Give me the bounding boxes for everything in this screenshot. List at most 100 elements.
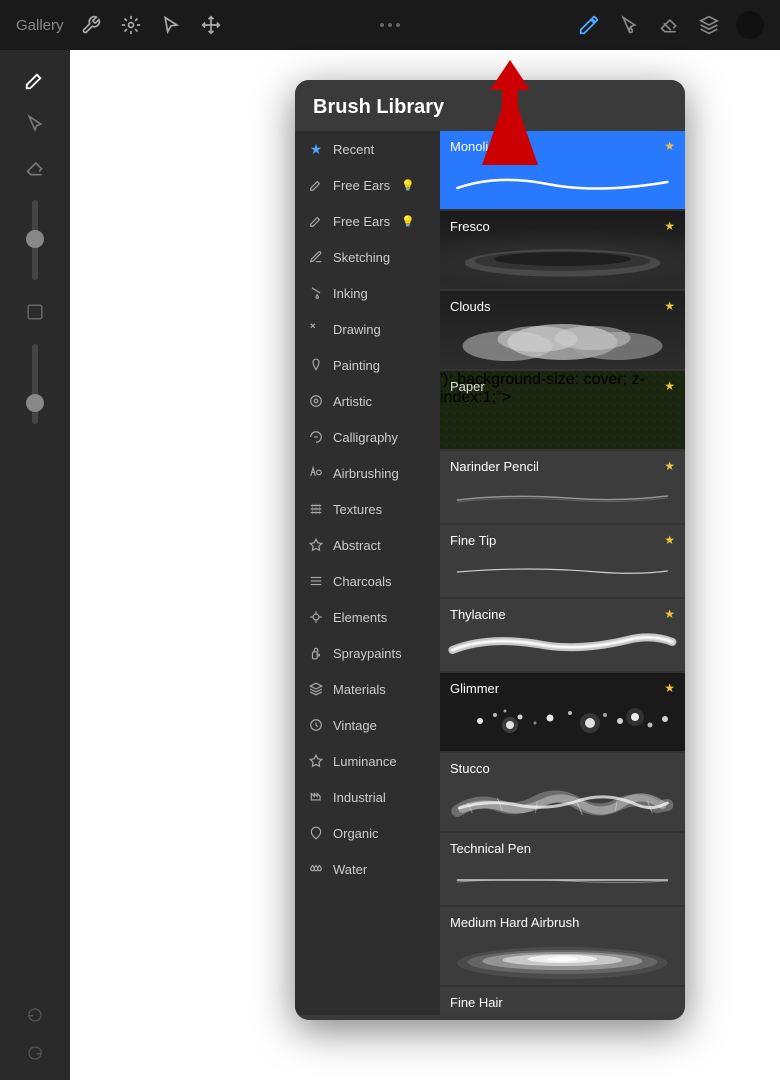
category-charcoals[interactable]: Charcoals: [295, 563, 440, 599]
brush-fresco-name: Fresco: [450, 219, 490, 234]
left-sidebar: [0, 50, 70, 1080]
brush-medium-hard-airbrush-name: Medium Hard Airbrush: [450, 915, 675, 930]
brush-stucco-stroke: [440, 779, 685, 831]
brush-technical-pen-name: Technical Pen: [450, 841, 675, 856]
brush-monoline-stroke: [440, 157, 685, 209]
brush-size-thumb[interactable]: [26, 230, 44, 248]
brush-paper-star: ★: [664, 379, 675, 393]
adjust-icon[interactable]: [118, 12, 144, 38]
category-label-vintage: Vintage: [333, 718, 377, 733]
brush-monoline[interactable]: Monoline ★: [440, 131, 685, 209]
selection-icon[interactable]: [158, 12, 184, 38]
brush-library-header: Brush Library: [295, 80, 685, 131]
brush-monoline-name: Monoline: [450, 139, 675, 154]
brush-opacity-thumb[interactable]: [26, 394, 44, 412]
category-label-artistic: Artistic: [333, 394, 372, 409]
brush-technical-pen-stroke: [440, 853, 685, 905]
brush-fine-tip[interactable]: Fine Tip ★: [440, 525, 685, 597]
industrial-icon: [307, 788, 325, 806]
category-calligraphy[interactable]: Calligraphy: [295, 419, 440, 455]
brush-monoline-star: ★: [664, 139, 675, 153]
category-vintage[interactable]: Vintage: [295, 707, 440, 743]
category-materials[interactable]: Materials: [295, 671, 440, 707]
brush-tool-icon[interactable]: [576, 12, 602, 38]
brush-glimmer[interactable]: Glimmer ★: [440, 673, 685, 751]
category-free-ears-2[interactable]: Free Ears 💡: [295, 203, 440, 239]
brush-fine-hair[interactable]: Fine Hair: [440, 987, 685, 1015]
brush-paper[interactable]: Paper ★ '); background-size: cover; z-in…: [440, 371, 685, 449]
brush-fine-hair-name: Fine Hair: [450, 995, 675, 1010]
category-luminance[interactable]: Luminance: [295, 743, 440, 779]
sidebar-brush-tool[interactable]: [15, 60, 55, 100]
brush-fine-tip-name: Fine Tip: [450, 533, 675, 548]
category-label-luminance: Luminance: [333, 754, 397, 769]
bulb-icon-1: 💡: [401, 179, 415, 192]
category-drawing[interactable]: Drawing: [295, 311, 440, 347]
category-label-charcoals: Charcoals: [333, 574, 392, 589]
brush-medium-hard-airbrush-stroke: [440, 933, 685, 985]
category-label-industrial: Industrial: [333, 790, 386, 805]
calligraphy-icon: [307, 428, 325, 446]
category-artistic[interactable]: Artistic: [295, 383, 440, 419]
brush-thylacine-stroke: [440, 619, 685, 671]
brush-technical-pen[interactable]: Technical Pen: [440, 833, 685, 905]
elements-icon: [307, 608, 325, 626]
category-label-free-ears-1: Free Ears: [333, 178, 390, 193]
sidebar-square-tool[interactable]: [15, 292, 55, 332]
sidebar-redo[interactable]: [18, 1036, 52, 1070]
brush-narinder-pencil-stroke: [440, 471, 685, 523]
category-label-inking: Inking: [333, 286, 368, 301]
brush-thylacine-star: ★: [664, 607, 675, 621]
dot2: [388, 23, 392, 27]
sidebar-undo[interactable]: [18, 998, 52, 1032]
color-picker[interactable]: [736, 11, 764, 39]
inking-icon: [307, 284, 325, 302]
layers-icon[interactable]: [696, 12, 722, 38]
category-organic[interactable]: Organic: [295, 815, 440, 851]
category-label-recent: Recent: [333, 142, 374, 157]
brush-narinder-pencil-name: Narinder Pencil: [450, 459, 675, 474]
brush-medium-hard-airbrush[interactable]: Medium Hard Airbrush: [440, 907, 685, 985]
category-free-ears-1[interactable]: Free Ears 💡: [295, 167, 440, 203]
category-label-free-ears-2: Free Ears: [333, 214, 390, 229]
drawing-icon: [307, 320, 325, 338]
brush-fresco[interactable]: Fresco ★: [440, 211, 685, 289]
category-textures[interactable]: Textures: [295, 491, 440, 527]
top-bar-center: [380, 23, 400, 27]
artistic-icon: [307, 392, 325, 410]
brush-clouds[interactable]: Clouds ★: [440, 291, 685, 369]
brush-clouds-name: Clouds: [450, 299, 490, 314]
free-ears-2-icon: [307, 212, 325, 230]
brush-fine-tip-stroke: [440, 545, 685, 597]
category-water[interactable]: Water: [295, 851, 440, 887]
sidebar-eraser-tool[interactable]: [15, 148, 55, 188]
smudge-tool-icon[interactable]: [616, 12, 642, 38]
move-icon[interactable]: [198, 12, 224, 38]
category-inking[interactable]: Inking: [295, 275, 440, 311]
eraser-tool-icon[interactable]: [656, 12, 682, 38]
sidebar-smudge-tool[interactable]: [15, 104, 55, 144]
brush-size-slider[interactable]: [32, 200, 38, 280]
category-industrial[interactable]: Industrial: [295, 779, 440, 815]
category-label-painting: Painting: [333, 358, 380, 373]
category-spraypaints[interactable]: Spraypaints: [295, 635, 440, 671]
brush-opacity-slider[interactable]: [32, 344, 38, 424]
category-sketching[interactable]: Sketching: [295, 239, 440, 275]
brush-narinder-pencil[interactable]: Narinder Pencil ★: [440, 451, 685, 523]
category-label-drawing: Drawing: [333, 322, 381, 337]
brush-list: Monoline ★ Fresco ★: [440, 131, 685, 1015]
brush-thylacine[interactable]: Thylacine ★: [440, 599, 685, 671]
category-label-organic: Organic: [333, 826, 379, 841]
category-recent[interactable]: ★ Recent: [295, 131, 440, 167]
brush-stucco[interactable]: Stucco: [440, 753, 685, 831]
wrench-icon[interactable]: [78, 12, 104, 38]
gallery-button[interactable]: Gallery: [16, 17, 64, 34]
brush-stucco-name: Stucco: [450, 761, 675, 776]
category-abstract[interactable]: Abstract: [295, 527, 440, 563]
brush-clouds-star: ★: [664, 299, 675, 313]
category-elements[interactable]: Elements: [295, 599, 440, 635]
materials-icon: [307, 680, 325, 698]
category-painting[interactable]: Painting: [295, 347, 440, 383]
brush-fresco-star: ★: [664, 219, 675, 233]
category-airbrushing[interactable]: Airbrushing: [295, 455, 440, 491]
